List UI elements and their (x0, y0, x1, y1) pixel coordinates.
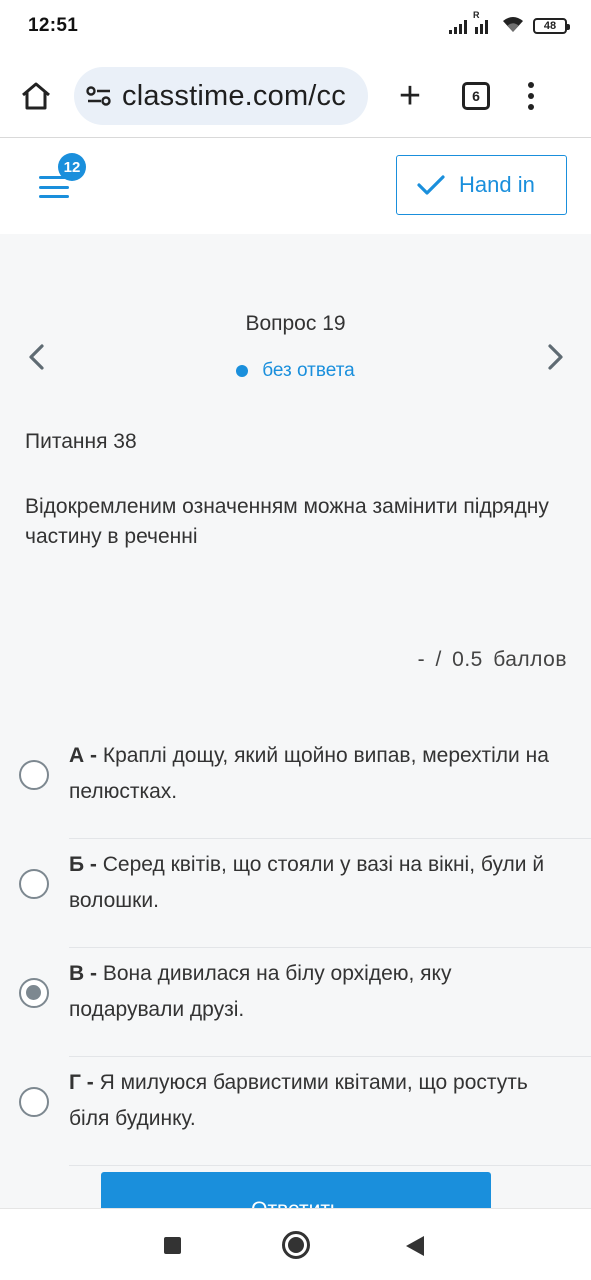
hand-in-button[interactable]: Hand in (396, 155, 567, 215)
answer-option-text: В - Вона дивилася на білу орхідею, яку п… (69, 956, 569, 1028)
address-bar[interactable]: classtime.com/cc (74, 67, 368, 125)
option-text: Вона дивилася на білу орхідею, яку подар… (69, 962, 452, 1021)
answer-option[interactable]: Б - Серед квітів, що стояли у вазі на ві… (0, 839, 591, 948)
option-text: Краплі дощу, який щойно випав, мерехтіли… (69, 744, 549, 803)
option-text: Я милуюся барвистими квітами, що ростуть… (69, 1071, 528, 1130)
system-nav-bar (0, 1208, 591, 1280)
tabs-button[interactable]: 6 (462, 82, 490, 110)
notification-badge: 12 (58, 153, 86, 181)
signal-icon (449, 18, 467, 34)
question-number: Вопрос 19 (245, 312, 346, 335)
radio-button[interactable] (19, 760, 49, 790)
radio-button-selected[interactable] (19, 978, 49, 1008)
url-text: classtime.com/cc (122, 79, 346, 112)
checkmark-icon (417, 175, 445, 195)
option-divider (69, 1165, 591, 1166)
signal-roaming-icon: R (473, 10, 493, 34)
status-icons: R 48 (449, 10, 570, 38)
home-nav-icon[interactable] (282, 1231, 310, 1259)
answer-option[interactable]: А - Краплі дощу, який щойно випав, мерех… (0, 730, 591, 839)
roaming-label: R (473, 10, 480, 20)
option-letter: А - (69, 744, 97, 767)
option-letter: В - (69, 962, 97, 985)
new-tab-button[interactable]: + (390, 77, 430, 115)
status-bar: 12:51 R 48 (0, 0, 591, 52)
battery-icon: 48 (533, 18, 570, 34)
status-time: 12:51 (28, 15, 79, 36)
answer-status: без ответа (0, 360, 591, 382)
question-title: Питання 38 (25, 430, 137, 453)
option-letter: Г - (69, 1071, 94, 1094)
radio-button[interactable] (19, 1087, 49, 1117)
plus-icon: + (398, 75, 422, 117)
home-button[interactable] (16, 76, 56, 116)
answer-option-text: А - Краплі дощу, який щойно випав, мерех… (69, 738, 569, 810)
submit-answer-button[interactable]: Ответить (101, 1172, 491, 1208)
option-letter: Б - (69, 853, 97, 876)
site-settings-icon[interactable] (86, 85, 112, 107)
back-icon[interactable] (406, 1236, 424, 1256)
recents-icon[interactable] (164, 1237, 181, 1254)
score: - / 0.5 баллов (417, 648, 567, 671)
option-text: Серед квітів, що стояли у вазі на вікні,… (69, 853, 545, 912)
wifi-icon (501, 15, 525, 38)
app-header: 12 Hand in (0, 138, 591, 234)
answer-option-text: Г - Я милуюся барвистими квітами, що рос… (69, 1065, 569, 1137)
hand-in-label: Hand in (459, 172, 535, 197)
browser-toolbar: classtime.com/cc + 6 (0, 60, 591, 132)
answer-option-text: Б - Серед квітів, що стояли у вазі на ві… (69, 847, 569, 919)
answer-option[interactable]: Г - Я милуюся барвистими квітами, що рос… (0, 1057, 591, 1166)
radio-button[interactable] (19, 869, 49, 899)
answer-option[interactable]: В - Вона дивилася на білу орхідею, яку п… (0, 948, 591, 1057)
answer-status-label: без ответа (262, 360, 355, 381)
status-dot-icon (236, 365, 249, 377)
question-panel: Вопрос 19 без ответа Питання 38 Відокрем… (0, 234, 591, 1208)
answer-options: А - Краплі дощу, який щойно випав, мерех… (0, 730, 591, 1166)
more-vert-icon[interactable] (528, 82, 534, 110)
question-text: Відокремленим означенням можна замінити … (25, 495, 549, 548)
home-icon (22, 82, 50, 110)
